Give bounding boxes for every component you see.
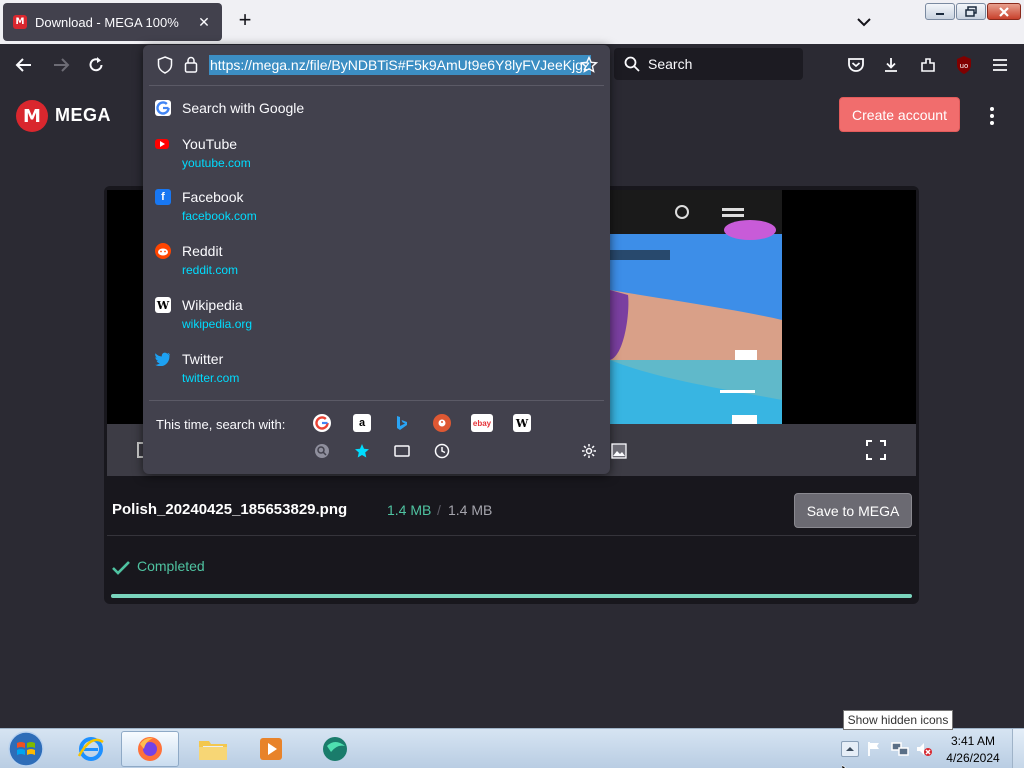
url-input[interactable]: https://mega.nz/file/ByNDBTiS#F5k9AmUt9e… xyxy=(209,55,591,75)
this-time-search-with-label: This time, search with: xyxy=(156,417,286,432)
show-desktop-button[interactable] xyxy=(1012,729,1024,768)
new-tab-button[interactable]: + xyxy=(234,9,256,32)
tabs-icon[interactable] xyxy=(393,442,411,460)
tab-strip: M Download - MEGA 100% ✕ + xyxy=(0,0,1024,44)
network-icon[interactable] xyxy=(891,741,909,762)
google-icon[interactable] xyxy=(313,414,331,432)
back-arrow-icon[interactable] xyxy=(13,54,35,76)
bookmark-star-icon[interactable] xyxy=(580,56,598,74)
google-icon xyxy=(155,100,171,116)
clock-time[interactable]: 3:41 AM xyxy=(944,734,1002,748)
mega-favicon-icon: M xyxy=(13,15,27,29)
ebay-icon[interactable]: ebay xyxy=(471,414,493,432)
file-info-row: Polish_20240425_185653829.png 1.4 MB / 1… xyxy=(107,484,916,536)
mega-logo-icon[interactable]: M xyxy=(16,100,48,132)
volume-muted-icon[interactable] xyxy=(915,741,933,762)
start-button[interactable] xyxy=(6,730,46,768)
suggestion-title: Facebook xyxy=(182,189,244,205)
forward-arrow-icon[interactable] xyxy=(50,54,72,76)
progress-bar xyxy=(111,594,912,598)
menu-icon[interactable] xyxy=(989,54,1011,76)
firefox-icon[interactable] xyxy=(121,731,179,767)
suggestion-url: reddit.com xyxy=(182,263,239,277)
search-bar[interactable]: Search xyxy=(614,48,803,80)
lock-icon[interactable] xyxy=(184,56,198,73)
wikipedia-icon[interactable]: W xyxy=(513,414,531,432)
amazon-icon[interactable]: a xyxy=(353,414,371,432)
suggestion-url: facebook.com xyxy=(182,209,257,223)
youtube-icon xyxy=(155,139,169,149)
download-status: Completed xyxy=(107,548,916,588)
suggestion-url: twitter.com xyxy=(182,371,240,385)
suggestion-url: wikipedia.org xyxy=(182,317,253,331)
tab-close-icon[interactable]: ✕ xyxy=(196,14,212,31)
progress-bar-fill xyxy=(111,594,912,598)
windows-taskbar: 3:41 AM 4/26/2024 xyxy=(0,728,1024,768)
wikipedia-icon: W xyxy=(155,297,171,313)
fullscreen-icon[interactable] xyxy=(866,440,886,465)
pocket-icon[interactable] xyxy=(845,54,867,76)
facebook-icon: f xyxy=(155,189,171,205)
create-account-button[interactable]: Create account xyxy=(839,97,960,132)
history-icon[interactable] xyxy=(433,442,451,460)
more-options-icon[interactable] xyxy=(984,106,1000,126)
divider xyxy=(149,400,604,401)
address-bar-dropdown: https://mega.nz/file/ByNDBTiS#F5k9AmUt9e… xyxy=(143,45,627,474)
search-with-google-label: Search with Google xyxy=(182,100,305,116)
suggestion-title: Reddit xyxy=(182,243,223,259)
suggestion-url: youtube.com xyxy=(182,156,251,170)
suggestion-title: YouTube xyxy=(182,136,238,152)
search-settings-gear-icon[interactable] xyxy=(580,442,598,460)
ublock-origin-icon[interactable]: uo xyxy=(953,54,975,76)
extensions-icon[interactable] xyxy=(917,54,939,76)
file-explorer-icon[interactable] xyxy=(184,731,242,767)
total-size: 1.4 MB xyxy=(448,502,493,518)
search-mode-icon[interactable] xyxy=(313,442,331,460)
window-close-button[interactable] xyxy=(987,3,1021,20)
size-separator: / xyxy=(437,502,441,518)
file-name: Polish_20240425_185653829.png xyxy=(112,501,348,518)
browser-tab[interactable]: M Download - MEGA 100% ✕ xyxy=(3,3,222,41)
bing-icon[interactable] xyxy=(393,414,411,432)
bookmarks-icon[interactable] xyxy=(353,442,371,460)
action-center-flag-icon[interactable] xyxy=(866,741,882,762)
status-text: Completed xyxy=(137,558,205,574)
reload-icon[interactable] xyxy=(85,54,107,76)
downloads-icon[interactable] xyxy=(880,54,902,76)
tracking-protection-shield-icon[interactable] xyxy=(157,56,173,74)
checkmark-icon xyxy=(112,561,130,575)
reddit-icon xyxy=(155,243,171,259)
window-restore-button[interactable] xyxy=(956,3,986,20)
save-to-mega-button[interactable]: Save to MEGA xyxy=(794,493,912,528)
svg-text:uo: uo xyxy=(960,62,969,70)
tab-title: Download - MEGA 100% xyxy=(35,14,179,30)
window-minimize-button[interactable] xyxy=(925,3,955,20)
suggestion-title: Wikipedia xyxy=(182,297,243,313)
search-bar-placeholder: Search xyxy=(648,56,693,72)
suggestion-title: Twitter xyxy=(182,351,224,367)
duckduckgo-icon[interactable] xyxy=(433,414,451,432)
tooltip-show-hidden-icons: Show hidden icons xyxy=(843,710,953,730)
search-icon xyxy=(624,56,640,72)
twitter-icon xyxy=(155,351,171,367)
show-hidden-icons-button[interactable] xyxy=(841,741,859,757)
internet-explorer-icon[interactable] xyxy=(62,731,120,767)
mega-logo-text[interactable]: MEGA xyxy=(55,105,111,126)
divider xyxy=(149,85,604,86)
app-icon[interactable] xyxy=(306,731,364,767)
media-player-icon[interactable] xyxy=(242,731,300,767)
image-icon[interactable] xyxy=(610,442,628,460)
list-all-tabs-icon[interactable] xyxy=(854,12,874,32)
downloaded-size: 1.4 MB xyxy=(387,502,432,518)
clock-date[interactable]: 4/26/2024 xyxy=(944,751,1002,765)
mouse-cursor-icon xyxy=(841,760,850,768)
preview-image xyxy=(610,190,782,424)
address-bar[interactable]: https://mega.nz/file/ByNDBTiS#F5k9AmUt9e… xyxy=(143,45,610,85)
